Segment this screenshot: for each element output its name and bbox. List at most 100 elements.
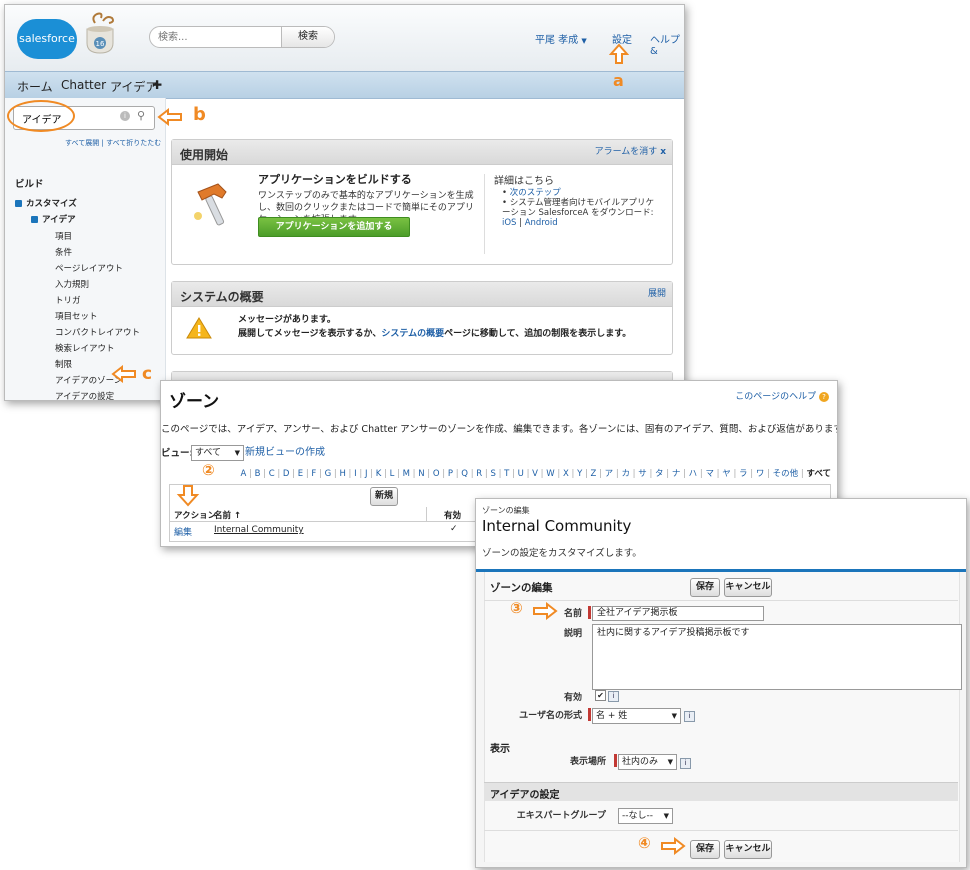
tab-ideas[interactable]: アイデア — [110, 78, 157, 95]
alpha-filter-33[interactable]: ヤ — [722, 469, 731, 479]
save-button[interactable]: 保存 — [690, 840, 720, 859]
info-icon[interactable]: i — [684, 711, 695, 722]
required-indicator — [614, 754, 617, 767]
user-name: 平尾 孝成 — [535, 35, 579, 46]
alpha-filter-31[interactable]: ハ — [689, 469, 698, 479]
page-help-link[interactable]: このページのヘルプ ? — [735, 389, 829, 402]
callout-arrow-down-icon — [176, 485, 200, 507]
help-link[interactable]: ヘルプ & — [650, 31, 684, 57]
overview-message-prefix: 展開してメッセージを表示するか、 — [238, 329, 382, 339]
display-location-select[interactable]: 社内のみ ▼ — [618, 754, 677, 770]
alpha-filter-28[interactable]: サ — [638, 469, 647, 479]
tab-chatter[interactable]: Chatter — [61, 78, 106, 92]
hammer-icon — [194, 183, 227, 226]
alpha-separator: | — [713, 469, 723, 479]
alpha-separator: | — [367, 469, 376, 479]
save-button[interactable]: 保存 — [690, 578, 720, 597]
alphabet-filter: A | B | C | D | E | F | G | H | I | J | … — [240, 467, 831, 479]
learn-more-title: 詳細はこちら — [494, 176, 554, 187]
cancel-button[interactable]: キャンセル — [724, 840, 772, 859]
salesforce-logo[interactable]: salesforce — [17, 19, 77, 59]
username-format-select[interactable]: 名 + 姓 ▼ — [592, 708, 681, 724]
next-steps-link[interactable]: 次のステップ — [510, 188, 561, 198]
alpha-filter-12[interactable]: M — [403, 469, 410, 479]
alpha-separator: | — [289, 469, 298, 479]
sidebar-item-validation-rules[interactable]: 入力規則 — [55, 278, 89, 290]
chevron-down-icon: ▼ — [671, 712, 677, 720]
cancel-button[interactable]: キャンセル — [724, 578, 772, 597]
new-view-link[interactable]: 新規ビューの作成 — [245, 443, 325, 458]
sidebar-item-conditions[interactable]: 条件 — [55, 246, 72, 258]
global-search-input[interactable] — [158, 29, 278, 45]
callout-arrow-right-icon — [661, 837, 686, 855]
view-select-value: すべて — [195, 448, 222, 458]
system-overview-link[interactable]: システムの概要 — [381, 329, 444, 339]
alpha-filter-27[interactable]: カ — [621, 469, 630, 479]
collapse-all-link[interactable]: すべて折りたたむ — [106, 139, 161, 147]
android-link[interactable]: Android — [525, 218, 558, 228]
alpha-separator: | — [509, 469, 518, 479]
alpha-separator: | — [439, 469, 448, 479]
user-menu[interactable]: 平尾 孝成 ▼ — [535, 31, 587, 46]
overview-message-suffix: ページに移動して、追加の制限を表示します。 — [444, 329, 632, 339]
sidebar-item-fields[interactable]: 項目 — [55, 230, 72, 242]
column-header-name[interactable]: 名前 ↑ — [214, 509, 241, 521]
sidebar-item-ideas[interactable]: アイデア — [31, 213, 76, 225]
zone-name-link[interactable]: Internal Community — [214, 525, 304, 535]
ios-link[interactable]: iOS — [502, 218, 516, 228]
sidebar-section-build[interactable]: ビルド — [15, 176, 44, 190]
tab-home[interactable]: ホーム — [17, 78, 53, 95]
collapse-toggle-icon — [15, 200, 22, 207]
alpha-filter-32[interactable]: マ — [705, 469, 714, 479]
active-checkbox[interactable]: ✔ — [595, 690, 606, 701]
expert-group-select[interactable]: --なし-- ▼ — [618, 808, 673, 824]
add-app-button[interactable]: アプリケーションを追加する — [258, 217, 410, 237]
alpha-filter-22[interactable]: W — [546, 469, 554, 479]
sidebar-item-page-layouts[interactable]: ページレイアウト — [55, 262, 123, 274]
alpha-filter-all[interactable]: すべて — [806, 469, 831, 479]
sidebar-item-triggers[interactable]: トリガ — [55, 294, 81, 306]
column-header-action: アクション — [174, 511, 217, 521]
expert-group-value: --なし-- — [622, 811, 653, 821]
view-select[interactable]: すべて ▼ — [191, 445, 244, 461]
name-field[interactable]: 全社アイデア掲示板 — [592, 606, 764, 621]
alpha-filter-36[interactable]: その他 — [773, 469, 799, 479]
dismiss-label: アラームを消す — [594, 147, 658, 157]
tab-bar: ホーム Chatter アイデア ✚ — [5, 71, 684, 99]
alpha-filter-29[interactable]: タ — [655, 469, 664, 479]
alpha-filter-16[interactable]: Q — [461, 469, 468, 479]
alpha-separator: | — [596, 469, 605, 479]
expand-link[interactable]: 展開 — [648, 286, 666, 299]
expand-all-link[interactable]: すべて展開 — [65, 139, 99, 147]
alpha-filter-14[interactable]: O — [433, 469, 440, 479]
add-tab-plus-icon[interactable]: ✚ — [152, 78, 162, 92]
alpha-separator: | — [523, 469, 533, 479]
sidebar-item-search-layouts[interactable]: 検索レイアウト — [55, 342, 115, 354]
display-location-value: 社内のみ — [622, 757, 659, 767]
display-location-label: 表示場所 — [569, 757, 606, 767]
global-search-button[interactable]: 検索 — [281, 27, 334, 47]
info-icon[interactable]: i — [608, 691, 619, 702]
edit-link[interactable]: 編集 — [174, 525, 192, 538]
dismiss-link[interactable]: アラームを消す x — [595, 144, 666, 157]
search-icon[interactable]: ⚲ — [137, 109, 145, 122]
setup-sidebar: i ⚲ すべて展開 | すべて折りたたむ ビルド カスタマイズ アイデア 項目 … — [5, 98, 182, 400]
close-icon: x — [660, 147, 666, 157]
alpha-filter-34[interactable]: ラ — [739, 469, 748, 479]
sidebar-item-idea-settings[interactable]: アイデアの設定 — [55, 390, 114, 400]
zone-edit-window: ゾーンの編集 Internal Community ゾーンの設定をカスタマイズし… — [475, 498, 967, 868]
alpha-filter-26[interactable]: ア — [605, 469, 614, 479]
page-title: ゾーン — [169, 392, 220, 412]
sidebar-item-compact-layouts[interactable]: コンパクトレイアウト — [55, 326, 140, 338]
sidebar-item-customize[interactable]: カスタマイズ — [15, 197, 77, 209]
clear-icon[interactable]: i — [120, 111, 130, 121]
info-icon[interactable]: i — [680, 758, 691, 769]
sidebar-item-limits[interactable]: 制限 — [55, 358, 72, 370]
description-label: 説明 — [563, 629, 582, 639]
divider — [484, 600, 958, 601]
system-overview-header: システムの概要 展開 — [172, 282, 672, 307]
sidebar-item-field-sets[interactable]: 項目セット — [55, 310, 98, 322]
new-zone-button[interactable]: 新規 — [370, 487, 398, 506]
description-textarea[interactable]: 社内に関するアイデア投稿掲示板です — [592, 624, 962, 690]
column-header-active[interactable]: 有効 — [444, 509, 461, 521]
